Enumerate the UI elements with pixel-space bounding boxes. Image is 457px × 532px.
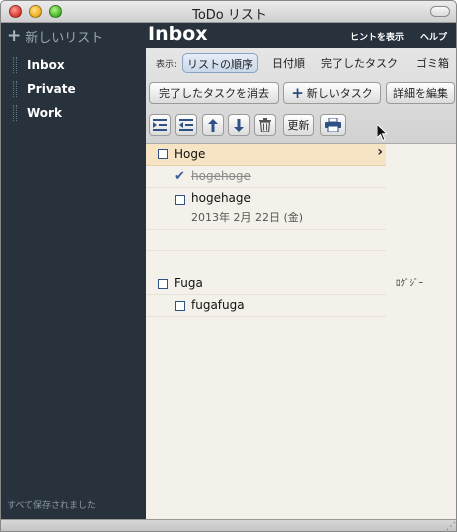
row-divider — [146, 250, 386, 251]
move-down-button[interactable] — [228, 114, 250, 136]
sidebar: + 新しいリスト Inbox Private Work すべて保存されました — [1, 23, 146, 519]
outdent-button[interactable] — [175, 114, 197, 136]
delete-button[interactable] — [254, 114, 276, 136]
group-checkbox[interactable] — [158, 149, 168, 159]
help-link[interactable]: ヘルプ — [420, 30, 447, 43]
new-task-label: 新しいタスク — [306, 87, 373, 100]
indent-icon — [153, 119, 167, 131]
task-checkbox[interactable] — [175, 195, 185, 205]
drag-handle-icon[interactable] — [13, 81, 17, 97]
sort-by-date-button[interactable]: 日付順 — [272, 53, 305, 73]
plus-icon: + — [291, 83, 304, 102]
sort-label: 表示: — [156, 60, 178, 70]
app-window: ToDo リスト + 新しいリスト Inbox Private Work すべて… — [0, 0, 457, 532]
plus-icon: + — [7, 25, 22, 46]
print-button[interactable] — [320, 114, 346, 136]
task-row[interactable]: fugafuga — [146, 295, 386, 317]
sort-completed-button[interactable]: 完了したタスク — [321, 53, 398, 73]
sidebar-item-label: Work — [27, 106, 62, 120]
trash-icon — [259, 118, 271, 132]
clear-completed-button[interactable]: 完了したタスクを消去 — [149, 82, 279, 104]
sidebar-item-inbox[interactable]: Inbox — [1, 54, 146, 76]
show-hints-link[interactable]: ヒントを表示 — [350, 30, 404, 43]
page-title: Inbox — [148, 23, 208, 45]
title-bar: ToDo リスト — [1, 1, 456, 23]
controls-panel: 表示: リストの順序 日付順 完了したタスク ゴミ箱 完了したタスクを消去 + … — [146, 48, 456, 144]
save-status: すべて保存されました — [7, 501, 97, 511]
task-due-date: 2013年 2月 22日 (金) — [191, 211, 304, 224]
move-up-button[interactable] — [202, 114, 224, 136]
group-name: Fuga — [174, 276, 203, 290]
sidebar-item-work[interactable]: Work — [1, 102, 146, 124]
main-panel: Inbox ヒントを表示 ヘルプ 表示: リストの順序 日付順 完了したタスク … — [146, 23, 456, 519]
sort-list-order-button[interactable]: リストの順序 — [182, 53, 258, 73]
new-task-button[interactable]: + 新しいタスク — [283, 82, 381, 104]
sort-trash-button[interactable]: ゴミ箱 — [416, 53, 449, 73]
new-list-label: 新しいリスト — [25, 30, 104, 46]
window-title: ToDo リスト — [192, 8, 267, 23]
task-group-row[interactable]: Hoge › — [146, 144, 386, 166]
task-checkbox[interactable] — [175, 301, 185, 311]
move-down-icon — [234, 118, 244, 132]
task-name: hogehoge — [191, 169, 251, 183]
main-header: Inbox ヒントを表示 ヘルプ — [146, 23, 456, 48]
group-name: Hoge — [174, 147, 206, 161]
status-bar: ⋰ — [1, 519, 456, 531]
move-up-icon — [208, 118, 218, 132]
refresh-button[interactable]: 更新 — [283, 114, 314, 136]
drag-handle-icon[interactable] — [13, 105, 17, 121]
task-row[interactable]: hogehage 2013年 2月 22日 (金) — [146, 188, 386, 230]
checkmark-icon[interactable]: ✔ — [174, 169, 185, 184]
sidebar-item-label: Inbox — [27, 58, 65, 72]
task-name: hogehage — [191, 191, 251, 205]
new-list-button[interactable]: + 新しいリスト — [7, 26, 103, 46]
group-checkbox[interactable] — [158, 279, 168, 289]
outdent-icon — [179, 119, 193, 131]
mouse-cursor-icon — [377, 124, 389, 142]
task-row[interactable]: ✔ hogehoge — [146, 166, 386, 188]
toolbar-toggle-button[interactable] — [430, 6, 450, 17]
edit-details-button[interactable]: 詳細を編集 — [386, 82, 455, 104]
drag-handle-icon[interactable] — [13, 57, 17, 73]
task-group-row[interactable]: Fuga — [146, 273, 386, 295]
resize-grip-icon[interactable]: ⋰ — [446, 521, 456, 531]
side-note: ﾛｸﾞｼﾞｰ — [396, 279, 424, 289]
sidebar-item-label: Private — [27, 82, 76, 96]
task-name: fugafuga — [191, 298, 245, 312]
sidebar-item-private[interactable]: Private — [1, 78, 146, 100]
indent-button[interactable] — [149, 114, 171, 136]
print-icon — [325, 118, 341, 132]
chevron-right-icon[interactable]: › — [377, 144, 383, 160]
